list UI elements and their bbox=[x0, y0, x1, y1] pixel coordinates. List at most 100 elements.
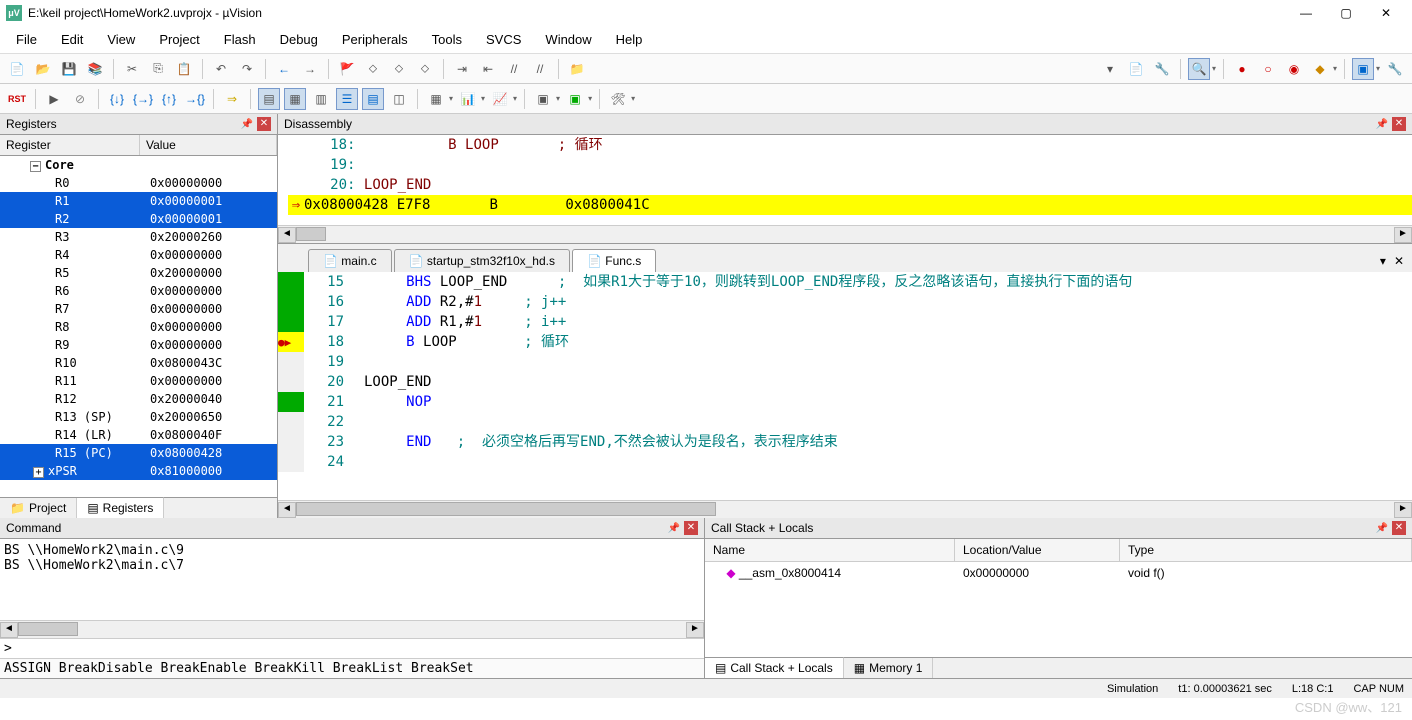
copy-icon[interactable]: ⎘ bbox=[147, 58, 169, 80]
register-row[interactable]: R13 (SP)0x20000650 bbox=[0, 408, 277, 426]
pin-icon[interactable]: 📌 bbox=[667, 521, 681, 535]
source-body[interactable]: 15 BHS LOOP_END ; 如果R1大于等于10，则跳转到LOOP_EN… bbox=[278, 272, 1412, 500]
serial-window-icon[interactable]: ◫ bbox=[388, 88, 410, 110]
tab-menu-icon[interactable]: ▾ bbox=[1380, 254, 1386, 268]
bookmark-icon[interactable]: 🚩 bbox=[336, 58, 358, 80]
menu-file[interactable]: File bbox=[4, 28, 49, 51]
cut-icon[interactable]: ✂ bbox=[121, 58, 143, 80]
window-icon[interactable]: ▣ bbox=[1352, 58, 1374, 80]
tab-memory[interactable]: ▦ Memory 1 bbox=[844, 658, 934, 678]
register-row[interactable]: R70x00000000 bbox=[0, 300, 277, 318]
run-icon[interactable]: ▶ bbox=[43, 88, 65, 110]
menu-window[interactable]: Window bbox=[533, 28, 603, 51]
menu-view[interactable]: View bbox=[95, 28, 147, 51]
menu-peripherals[interactable]: Peripherals bbox=[330, 28, 420, 51]
find-icon[interactable]: 📁 bbox=[566, 58, 588, 80]
source-line[interactable]: ●▶18 B LOOP ; 循环 bbox=[278, 332, 1412, 352]
tab-callstack[interactable]: ▤ Call Stack + Locals bbox=[705, 657, 844, 678]
register-row[interactable]: R90x00000000 bbox=[0, 336, 277, 354]
outdent-icon[interactable]: ⇤ bbox=[477, 58, 499, 80]
save-icon[interactable]: 💾 bbox=[58, 58, 80, 80]
paste-icon[interactable]: 📋 bbox=[173, 58, 195, 80]
source-line[interactable]: 15 BHS LOOP_END ; 如果R1大于等于10，则跳转到LOOP_EN… bbox=[278, 272, 1412, 292]
close-icon[interactable]: ✕ bbox=[1392, 117, 1406, 131]
nav-forward-icon[interactable]: → bbox=[299, 58, 321, 80]
register-row[interactable]: R00x00000000 bbox=[0, 174, 277, 192]
close-button[interactable]: ✕ bbox=[1366, 1, 1406, 25]
source-line[interactable]: 24 bbox=[278, 452, 1412, 472]
tab-close-icon[interactable]: ✕ bbox=[1394, 254, 1404, 268]
command-output[interactable]: BS \\HomeWork2\main.c\9BS \\HomeWork2\ma… bbox=[0, 539, 704, 620]
menu-debug[interactable]: Debug bbox=[268, 28, 330, 51]
analyzer3-icon[interactable]: 📈 bbox=[489, 88, 511, 110]
bp-all-icon[interactable]: ◉ bbox=[1283, 58, 1305, 80]
maximize-button[interactable]: ▢ bbox=[1326, 1, 1366, 25]
disasm-window-icon[interactable]: ▤ bbox=[258, 88, 280, 110]
register-row[interactable]: R20x00000001 bbox=[0, 210, 277, 228]
pin-icon[interactable]: 📌 bbox=[1375, 117, 1389, 131]
new-file-icon[interactable]: 📄 bbox=[6, 58, 28, 80]
reset-icon[interactable]: RST bbox=[6, 88, 28, 110]
menu-edit[interactable]: Edit bbox=[49, 28, 95, 51]
step-over-icon[interactable]: {→} bbox=[132, 88, 154, 110]
show-next-icon[interactable]: ⇒ bbox=[221, 88, 243, 110]
menu-flash[interactable]: Flash bbox=[212, 28, 268, 51]
register-row[interactable]: +xPSR0x81000000 bbox=[0, 462, 277, 480]
menu-tools[interactable]: Tools bbox=[420, 28, 474, 51]
disassembly-body[interactable]: 18: B LOOP ; 循环 19: 20: LOOP_END ⇒0x0800… bbox=[278, 135, 1412, 225]
register-row[interactable]: R30x20000260 bbox=[0, 228, 277, 246]
close-icon[interactable]: ✕ bbox=[684, 521, 698, 535]
bp-disable-icon[interactable]: ○ bbox=[1257, 58, 1279, 80]
save-all-icon[interactable]: 📚 bbox=[84, 58, 106, 80]
source-line[interactable]: 19 bbox=[278, 352, 1412, 372]
cmd-hscroll[interactable]: ◄► bbox=[0, 620, 704, 638]
mem-window-icon[interactable]: ▤ bbox=[362, 88, 384, 110]
register-row[interactable]: R120x20000040 bbox=[0, 390, 277, 408]
tab-project[interactable]: 📁 Project bbox=[0, 498, 77, 518]
col-location[interactable]: Location/Value bbox=[955, 539, 1120, 561]
redo-icon[interactable]: ↷ bbox=[236, 58, 258, 80]
minimize-button[interactable]: — bbox=[1286, 1, 1326, 25]
tools-icon[interactable]: 🛠 bbox=[607, 88, 629, 110]
step-into-icon[interactable]: {↓} bbox=[106, 88, 128, 110]
config-icon[interactable]: 🔧 bbox=[1384, 58, 1406, 80]
tool-icon[interactable]: 🔧 bbox=[1151, 58, 1173, 80]
regs-window-icon[interactable]: ▦ bbox=[284, 88, 306, 110]
call-window-icon[interactable]: ▥ bbox=[310, 88, 332, 110]
value-col-header[interactable]: Value bbox=[140, 135, 277, 155]
callstack-table[interactable]: Name Location/Value Type ◆ __asm_0x80004… bbox=[705, 539, 1412, 657]
nav-back-icon[interactable]: ← bbox=[273, 58, 295, 80]
bookmark-next-icon[interactable]: ⬦ bbox=[388, 58, 410, 80]
indent-icon[interactable]: ⇥ bbox=[451, 58, 473, 80]
bp-kill-icon[interactable]: ◆ bbox=[1309, 58, 1331, 80]
bookmark-prev-icon[interactable]: ⬦ bbox=[362, 58, 384, 80]
register-row[interactable]: R50x20000000 bbox=[0, 264, 277, 282]
trace1-icon[interactable]: ▣ bbox=[532, 88, 554, 110]
dropdown-icon[interactable]: ▾ bbox=[1099, 58, 1121, 80]
doc-icon[interactable]: 📄 bbox=[1125, 58, 1147, 80]
tree-collapse-icon[interactable]: − bbox=[30, 161, 41, 172]
source-hscroll[interactable]: ◄► bbox=[278, 500, 1412, 518]
analyzer1-icon[interactable]: ▦ bbox=[425, 88, 447, 110]
register-row[interactable]: R110x00000000 bbox=[0, 372, 277, 390]
trace2-icon[interactable]: ▣ bbox=[564, 88, 586, 110]
pin-icon[interactable]: 📌 bbox=[1375, 521, 1389, 535]
callstack-row[interactable]: ◆ __asm_0x8000414 0x00000000 void f() bbox=[705, 562, 1412, 584]
open-file-icon[interactable]: 📂 bbox=[32, 58, 54, 80]
register-row[interactable]: R100x0800043C bbox=[0, 354, 277, 372]
run-to-cursor-icon[interactable]: →{} bbox=[184, 88, 206, 110]
col-name[interactable]: Name bbox=[705, 539, 955, 561]
comment-icon[interactable]: // bbox=[503, 58, 525, 80]
command-input[interactable]: > bbox=[0, 638, 704, 658]
menu-help[interactable]: Help bbox=[604, 28, 655, 51]
register-row[interactable]: R60x00000000 bbox=[0, 282, 277, 300]
menu-svcs[interactable]: SVCS bbox=[474, 28, 533, 51]
close-icon[interactable]: ✕ bbox=[1392, 521, 1406, 535]
register-col-header[interactable]: Register bbox=[0, 135, 140, 155]
debug-magnify-icon[interactable]: 🔍 bbox=[1188, 58, 1210, 80]
col-type[interactable]: Type bbox=[1120, 539, 1412, 561]
menu-project[interactable]: Project bbox=[147, 28, 211, 51]
register-row[interactable]: R10x00000001 bbox=[0, 192, 277, 210]
source-line[interactable]: 21 NOP bbox=[278, 392, 1412, 412]
register-row[interactable]: R14 (LR)0x0800040F bbox=[0, 426, 277, 444]
